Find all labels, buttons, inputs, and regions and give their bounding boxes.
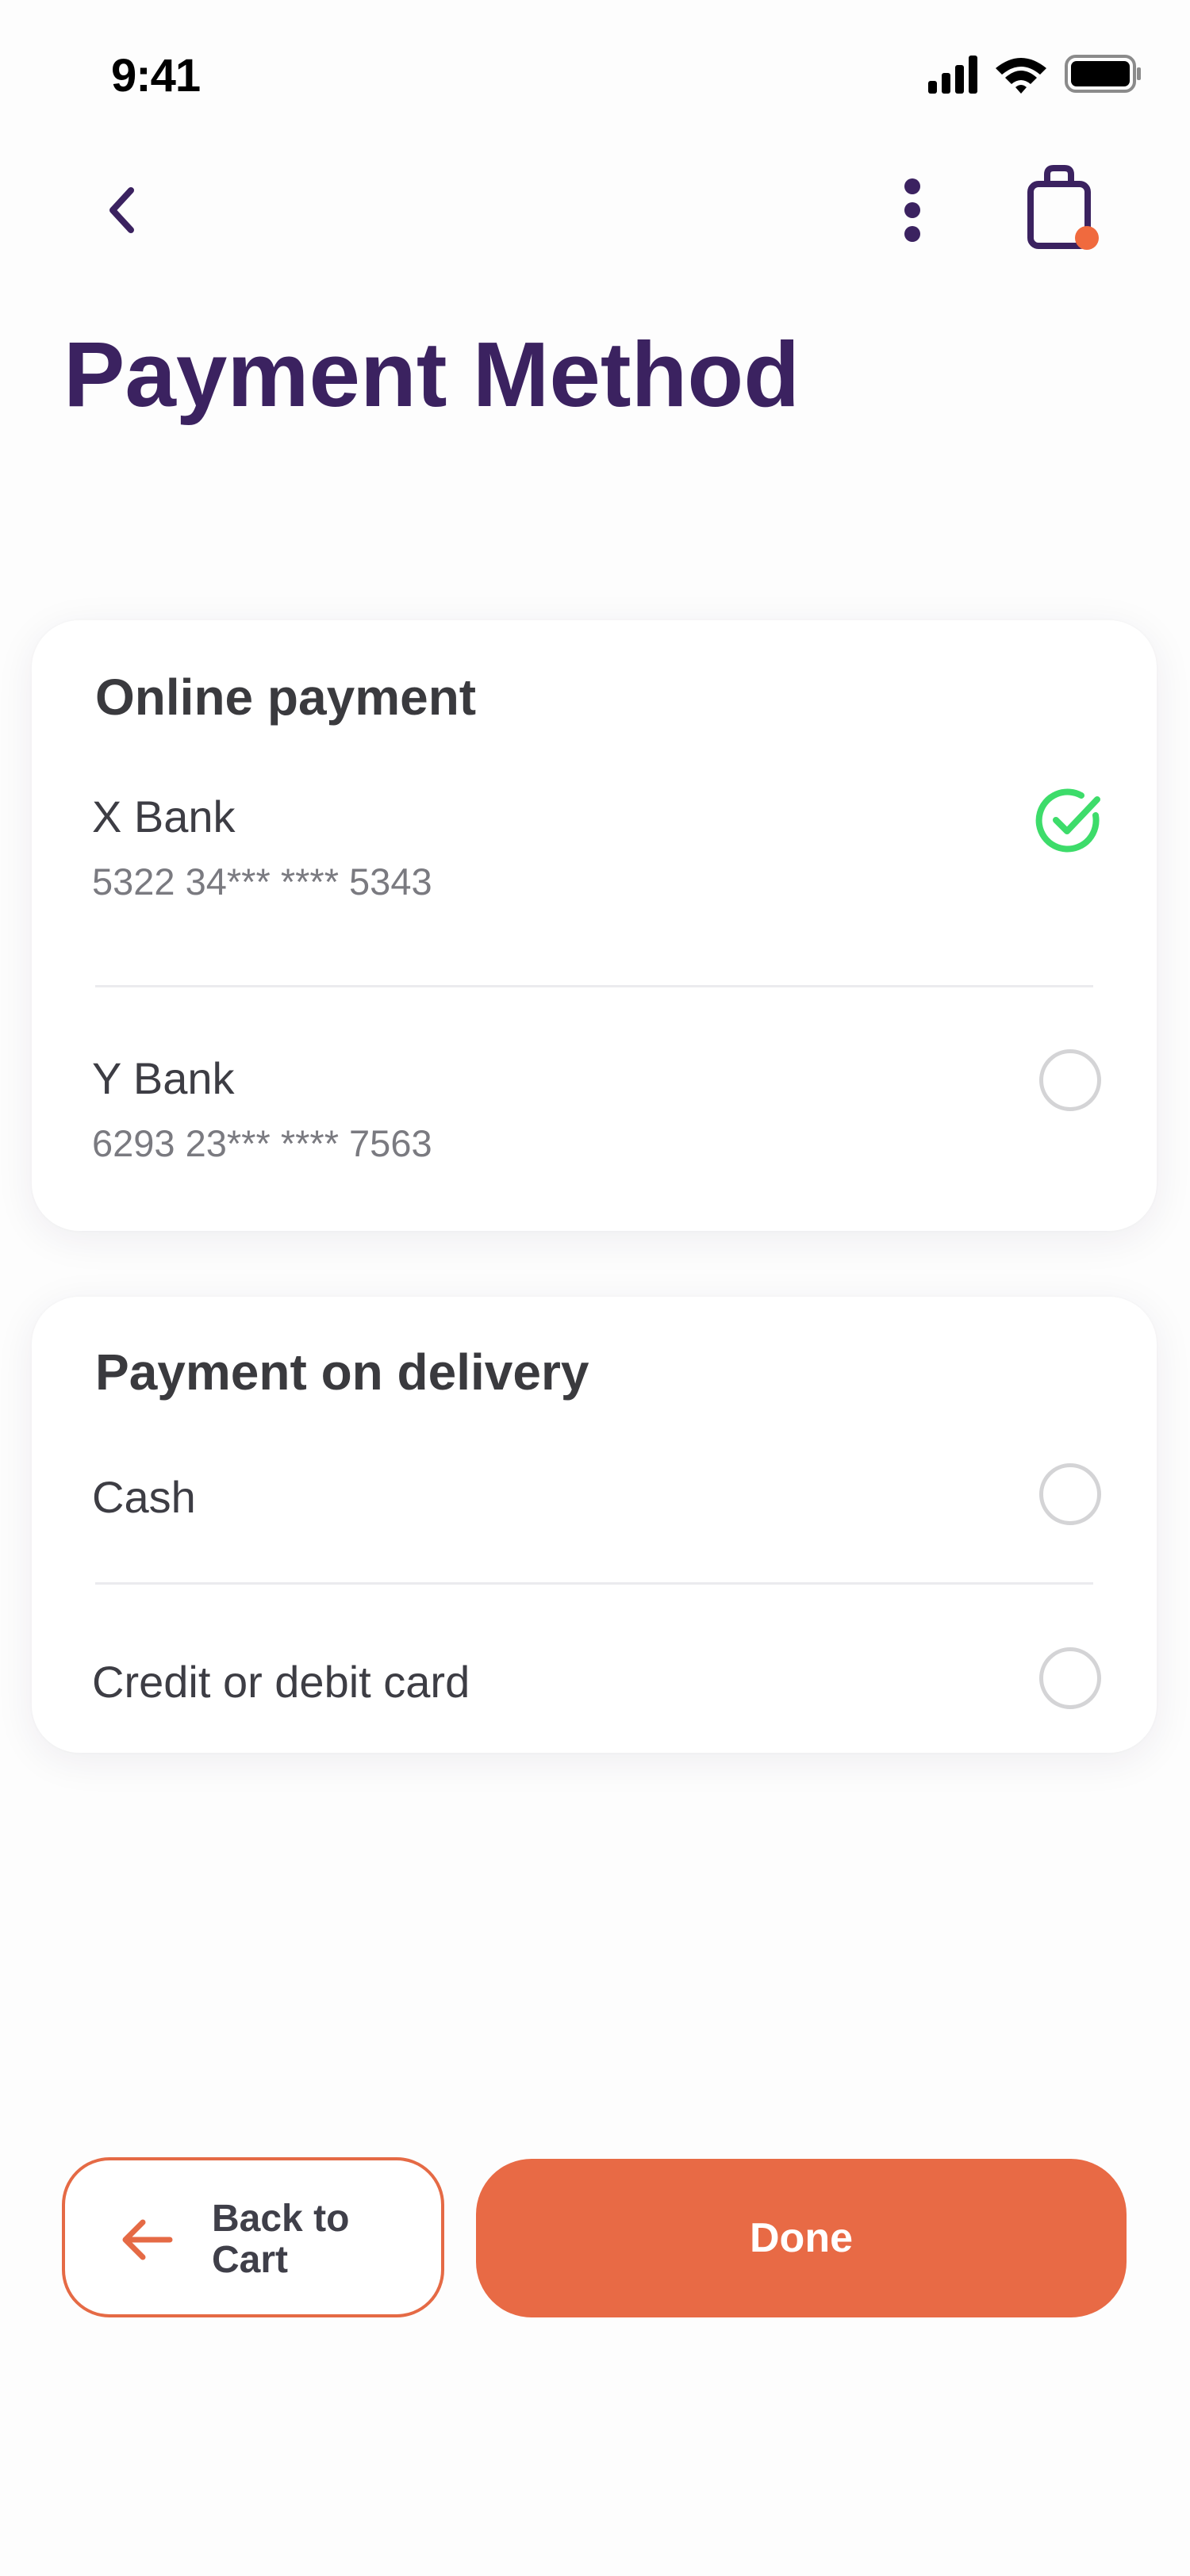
status-time: 9:41 [111, 50, 201, 102]
back-label-line2: Cart [212, 2239, 289, 2281]
online-payment-title: Online payment [95, 669, 477, 726]
divider [95, 985, 1093, 987]
selected-check-icon[interactable] [1034, 784, 1107, 857]
cash-radio[interactable] [1039, 1463, 1101, 1525]
payment-option-x-bank[interactable]: X Bank 5322 34*** **** 5343 [92, 791, 1109, 903]
back-chevron-icon[interactable] [95, 174, 159, 246]
card-number: 6293 23*** **** 7563 [92, 1122, 432, 1164]
more-options-icon[interactable] [889, 171, 936, 250]
battery-icon [1065, 55, 1141, 93]
payment-option-y-bank[interactable]: Y Bank 6293 23*** **** 7563 [92, 1052, 1109, 1165]
delivery-payment-title: Payment on delivery [95, 1344, 589, 1401]
card-number: 5322 34*** **** 5343 [92, 861, 432, 903]
payment-option-card[interactable]: Credit or debit card [92, 1656, 1109, 1708]
done-button[interactable]: Done [476, 2159, 1127, 2317]
notification-dot [1075, 226, 1099, 250]
option-label: Cash [92, 1472, 196, 1522]
wifi-icon [996, 58, 1046, 94]
card-radio[interactable] [1039, 1647, 1101, 1709]
option-label: Credit or debit card [92, 1657, 470, 1707]
back-label-line1: Back to [212, 2198, 350, 2240]
delivery-payment-card: Payment on delivery Cash Credit or debit… [32, 1297, 1157, 1753]
arrow-left-icon [122, 2219, 173, 2260]
signal-icon [928, 56, 977, 94]
divider [95, 1582, 1093, 1585]
bank-name: Y Bank [92, 1053, 235, 1103]
bank-name: X Bank [92, 792, 236, 841]
back-to-cart-label: Back to Cart [212, 2198, 402, 2281]
shopping-bag-icon[interactable] [1017, 162, 1104, 257]
payment-method-screen: 9:41 Payment Method Online payment X Ban… [0, 0, 1190, 2576]
page-title: Payment Method [63, 323, 800, 426]
payment-option-cash[interactable]: Cash [92, 1471, 1109, 1523]
online-payment-card: Online payment X Bank 5322 34*** **** 53… [32, 620, 1157, 1231]
y-bank-radio[interactable] [1039, 1049, 1101, 1111]
status-icons [928, 51, 1142, 98]
back-to-cart-button[interactable]: Back to Cart [62, 2157, 444, 2317]
